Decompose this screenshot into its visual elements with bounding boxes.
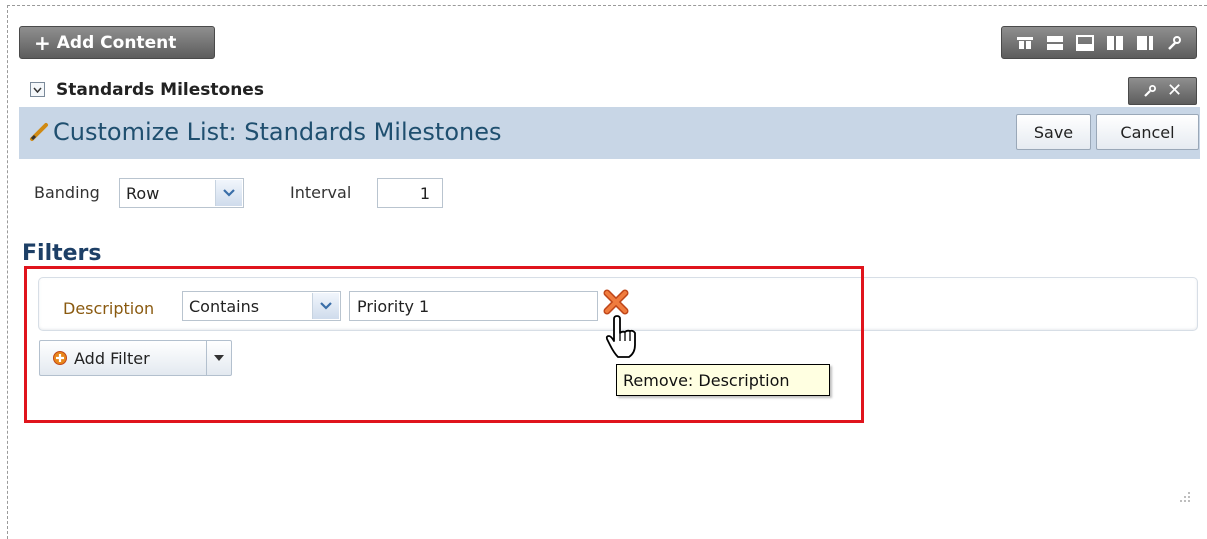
resize-grip-icon[interactable] <box>1179 491 1191 503</box>
interval-label: Interval <box>290 183 352 202</box>
highlight-box <box>24 266 864 423</box>
add-content-button[interactable]: + Add Content <box>19 26 215 59</box>
cancel-button[interactable]: Cancel <box>1096 114 1199 150</box>
banding-value: Row <box>126 183 160 203</box>
close-icon[interactable]: ✕ <box>1167 82 1182 100</box>
interval-value: 1 <box>419 183 430 203</box>
chevron-down-icon <box>33 87 42 93</box>
plus-icon: + <box>34 30 51 55</box>
chevron-down-icon <box>215 180 242 206</box>
panel-actions: ✕ <box>1128 77 1197 105</box>
layout-one-column-icon[interactable] <box>1016 35 1034 51</box>
filters-heading: Filters <box>22 241 102 266</box>
wrench-icon[interactable] <box>1166 35 1182 51</box>
layout-toolbar <box>1001 26 1197 59</box>
collapse-toggle[interactable] <box>30 82 45 97</box>
wrench-icon[interactable] <box>1143 84 1157 98</box>
save-button[interactable]: Save <box>1016 114 1091 150</box>
pencil-icon <box>30 123 48 141</box>
interval-input[interactable]: 1 <box>377 178 443 208</box>
banding-label: Banding <box>34 183 100 202</box>
customize-title: Customize List: Standards Milestones <box>53 118 502 146</box>
add-content-label: Add Content <box>56 32 177 53</box>
panel-title: Standards Milestones <box>56 80 264 100</box>
banding-select[interactable]: Row <box>119 178 244 208</box>
layout-left-column-icon[interactable] <box>1106 35 1124 51</box>
layout-right-column-icon[interactable] <box>1136 35 1154 51</box>
layout-bottom-icon[interactable] <box>1076 34 1094 51</box>
layout-two-row-icon[interactable] <box>1046 35 1064 51</box>
